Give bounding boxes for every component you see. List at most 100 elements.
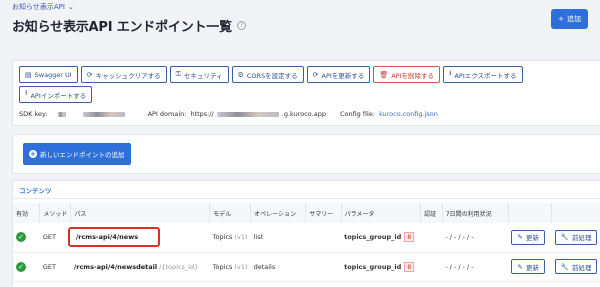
col-preprocess bbox=[551, 203, 600, 223]
export-api-button[interactable]: ⭳ APIエクスポートする bbox=[443, 66, 523, 83]
wrench-icon: 🔧 bbox=[560, 233, 569, 242]
usage-cell: - / - / - / - bbox=[442, 223, 509, 253]
col-path: パス bbox=[70, 203, 211, 223]
file-icon: ▤ bbox=[25, 70, 32, 79]
security-button[interactable]: ⚿ セキュリティ bbox=[169, 66, 229, 83]
pencil-icon: ✎ bbox=[517, 262, 523, 271]
update-api-label: APIを更新する bbox=[321, 71, 365, 80]
clear-cache-button[interactable]: ⟳ キャッシュクリアする bbox=[80, 66, 167, 83]
delete-api-button[interactable]: 🗑 APIを削除する bbox=[373, 66, 440, 83]
redacted-sdk-key bbox=[57, 111, 66, 117]
breadcrumb[interactable]: お知らせ表示API ⌄ bbox=[12, 2, 74, 12]
help-icon[interactable]: ? bbox=[236, 21, 246, 30]
refresh-icon: ⟳ bbox=[86, 70, 93, 79]
model-version: (v1) bbox=[234, 262, 248, 271]
config-file-label: Config file: bbox=[339, 110, 375, 118]
table-header-row: 有効 メソッド パス モデル オペレーション サマリー パラメータ 認証 7日間… bbox=[13, 203, 600, 223]
trash-icon: 🗑 bbox=[379, 70, 389, 79]
auth-cell bbox=[420, 252, 443, 282]
parameter-name: topics_group_id bbox=[344, 262, 402, 271]
enabled-check-icon[interactable]: ✓ bbox=[16, 261, 26, 272]
update-api-button[interactable]: ⟳ APIを更新する bbox=[306, 66, 371, 83]
parameter-cell: topics_group_id 8 bbox=[341, 223, 421, 253]
breadcrumb-label: お知らせ表示API bbox=[12, 3, 65, 11]
parameter-value: 8 bbox=[404, 261, 415, 272]
col-enabled: 有効 bbox=[13, 203, 41, 223]
col-model: モデル bbox=[209, 203, 252, 223]
api-domain-label: API domain: bbox=[147, 110, 187, 118]
col-auth: 認証 bbox=[420, 203, 443, 223]
pencil-icon: ✎ bbox=[517, 233, 523, 242]
col-summary: サマリー bbox=[305, 203, 342, 223]
auth-cell bbox=[420, 223, 443, 253]
model-cell: Topics (v1) bbox=[209, 223, 251, 253]
page-title-text: お知らせ表示API エンドポイント一覧 bbox=[12, 20, 232, 35]
redacted-domain bbox=[216, 111, 279, 117]
parameter-value-badge: 8 bbox=[404, 261, 415, 272]
new-endpoint-label: 新しいエンドポイントの追加 bbox=[40, 151, 125, 159]
model-cell: Topics (v1) bbox=[209, 252, 251, 282]
endpoints-table: 有効 メソッド パス モデル オペレーション サマリー パラメータ 認証 7日間… bbox=[13, 203, 600, 282]
sdk-info-row: SDK key: API domain: https:// .g.kuroco.… bbox=[19, 110, 438, 118]
section-title: コンテンツ bbox=[13, 181, 600, 199]
col-usage: 7日間の利用状況 bbox=[442, 203, 509, 223]
new-endpoint-button[interactable]: + 新しいエンドポイントの追加 bbox=[23, 143, 131, 165]
clear-cache-label: キャッシュクリアする bbox=[95, 71, 161, 80]
delete-api-label: APIを削除する bbox=[391, 71, 434, 80]
refresh-icon: ⟳ bbox=[312, 70, 319, 79]
swagger-ui-label: Swagger UI bbox=[34, 70, 72, 79]
toolbar: ▤ Swagger UI ⟳ キャッシュクリアする ⚿ セキュリティ ⚙ COR… bbox=[19, 66, 569, 103]
summary-cell bbox=[305, 252, 342, 282]
update-label: 更新 bbox=[525, 234, 539, 243]
api-domain-suffix: .g.kuroco.app bbox=[281, 110, 326, 118]
endpoint-path-link[interactable]: /rcms-api/4/newsdetail bbox=[74, 263, 157, 271]
upload-icon: ⭱ bbox=[25, 89, 28, 97]
col-method: メソッド bbox=[39, 203, 72, 223]
security-label: セキュリティ bbox=[183, 71, 223, 80]
config-file-link[interactable]: kuroco.config.json bbox=[379, 110, 438, 118]
sdk-key-label: SDK key: bbox=[19, 110, 48, 118]
preprocess-label: 前処理 bbox=[571, 263, 592, 272]
endpoint-path-link[interactable]: /rcms-api/4/news bbox=[67, 227, 160, 248]
plus-icon: + bbox=[558, 15, 564, 23]
col-operation: オペレーション bbox=[250, 203, 307, 223]
path-cell: /rcms-api/4/newsdetail /{topics_id} bbox=[70, 252, 210, 282]
add-button-label: 追加 bbox=[567, 15, 581, 23]
download-icon: ⭳ bbox=[449, 69, 452, 77]
cors-settings-button[interactable]: ⚙ CORSを設定する bbox=[231, 66, 304, 83]
key-icon: ⚿ bbox=[175, 70, 181, 78]
wrench-icon: 🔧 bbox=[560, 262, 569, 271]
table-row: ✓ GET /rcms-api/4/news Topics (v1) list … bbox=[13, 223, 600, 253]
gear-icon: ⚙ bbox=[237, 70, 244, 79]
model-version: (v1) bbox=[234, 233, 248, 242]
add-button[interactable]: + 追加 bbox=[551, 9, 588, 29]
update-label: 更新 bbox=[525, 263, 539, 272]
preprocess-label: 前処理 bbox=[571, 234, 592, 243]
enabled-check-icon[interactable]: ✓ bbox=[16, 232, 26, 243]
table-row: ✓ GET /rcms-api/4/newsdetail /{topics_id… bbox=[13, 252, 600, 282]
plus-circle-icon: + bbox=[29, 149, 37, 158]
model-name: Topics bbox=[212, 233, 233, 242]
usage-cell: - / - / - / - bbox=[442, 252, 509, 282]
page-title: お知らせ表示API エンドポイント一覧 ? bbox=[12, 16, 246, 35]
api-domain-prefix: https:// bbox=[190, 110, 214, 118]
export-api-label: APIエクスポートする bbox=[454, 71, 517, 80]
operation-cell: details bbox=[250, 252, 306, 282]
parameter-cell: topics_group_id 8 bbox=[341, 252, 421, 282]
update-button[interactable]: ✎ 更新 bbox=[511, 259, 545, 274]
parameter-value-badge: 8 bbox=[404, 232, 415, 243]
col-parameter: パラメータ bbox=[341, 203, 422, 223]
chevron-down-icon: ⌄ bbox=[67, 3, 74, 11]
update-button[interactable]: ✎ 更新 bbox=[511, 229, 545, 245]
new-endpoint-panel: + 新しいエンドポイントの追加 bbox=[12, 134, 600, 174]
parameter-value: 8 bbox=[404, 232, 415, 243]
import-api-button[interactable]: ⭱ APIインポートする bbox=[19, 86, 93, 103]
method-cell: GET bbox=[39, 223, 71, 253]
preprocess-button[interactable]: 🔧 前処理 bbox=[554, 259, 598, 274]
swagger-ui-button[interactable]: ▤ Swagger UI bbox=[19, 66, 78, 83]
redacted-sdk-key bbox=[82, 111, 125, 117]
api-actions-panel: ▤ Swagger UI ⟳ キャッシュクリアする ⚿ セキュリティ ⚙ COR… bbox=[12, 60, 600, 126]
col-update bbox=[508, 203, 553, 223]
contents-section: コンテンツ 有効 メソッド パス モデル オペレーション サマリー パラメータ … bbox=[12, 180, 600, 287]
preprocess-button[interactable]: 🔧 前処理 bbox=[554, 229, 598, 245]
